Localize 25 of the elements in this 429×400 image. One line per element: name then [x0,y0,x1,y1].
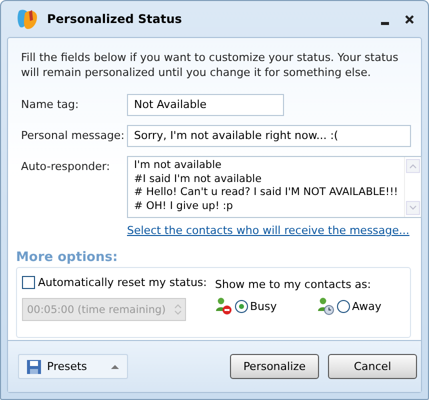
dialog-button[interactable]: Cancel [328,354,417,379]
radio-label: Busy [250,300,277,312]
show-as-label: Show me to my contacts as: [215,278,372,291]
caret-icon [111,364,119,369]
radio-button[interactable] [235,300,248,312]
field-label: Name tag: [21,97,80,111]
away-contact-icon [317,297,335,315]
reset-checkbox[interactable] [22,276,35,289]
field-label: Personal message: [21,128,126,142]
close-icon[interactable] [405,14,414,24]
text-field[interactable]: Not Available [127,94,284,116]
dialog-button[interactable]: Personalize [230,354,319,379]
field-label: Auto-responder: [21,159,111,173]
window-title: Personalized Status [47,12,183,26]
minimize-icon[interactable] [381,22,389,24]
presets-button[interactable]: Presets [18,354,128,379]
section-title: More options: [16,250,119,265]
app-logo-icon [17,7,39,31]
busy-contact-icon [215,297,233,315]
radio-button[interactable] [337,300,350,312]
checkbox-label: Automatically reset my status: [38,276,207,289]
text-field[interactable]: Sorry, I'm not available right now... :( [127,125,411,147]
select-contacts-link[interactable]: Select the contacts who will receive the message... [127,224,411,237]
intro-text: Fill the fields below if you want to customize your status. Your status will remain personalized until you change it for something else. [21,50,400,80]
radio-label: Away [352,300,382,312]
